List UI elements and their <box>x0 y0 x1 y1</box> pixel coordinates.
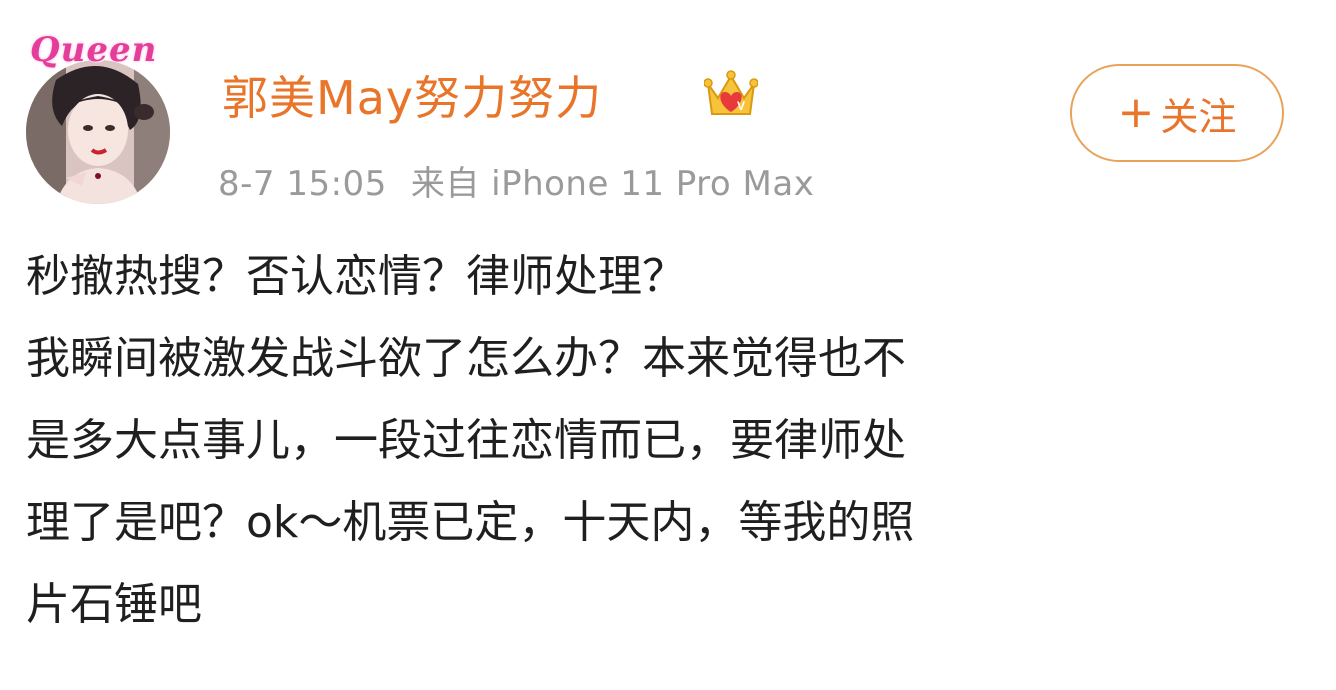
weibo-post: Queen 郭美May努力努力 V 8-7 15:05 来自 iPhone 11… <box>0 0 1336 690</box>
content-line: 是多大点事儿，一段过往恋情而已，要律师处 <box>26 415 906 466</box>
follow-button[interactable]: + 关注 <box>1070 64 1284 162</box>
post-source: 来自 iPhone 11 Pro Max <box>410 164 815 204</box>
post-content: 秒撤热搜？否认恋情？律师处理？ 我瞬间被激发战斗欲了怎么办？本来觉得也不 是多大… <box>26 236 1296 646</box>
svg-text:V: V <box>737 99 745 113</box>
content-line: 我瞬间被激发战斗欲了怎么办？本来觉得也不 <box>26 333 906 384</box>
username[interactable]: 郭美May努力努力 <box>222 62 602 128</box>
crown-heart-icon: V <box>703 68 759 124</box>
avatar-photo <box>26 60 170 204</box>
content-line: 片石锤吧 <box>26 579 202 630</box>
follow-label: 关注 <box>1160 94 1237 139</box>
content-line: 秒撤热搜？否认恋情？律师处理？ <box>26 251 686 302</box>
avatar-frame-label: Queen <box>30 30 158 70</box>
post-meta: 8-7 15:05 来自 iPhone 11 Pro Max <box>218 156 814 205</box>
avatar[interactable]: Queen <box>22 30 180 206</box>
post-timestamp: 8-7 15:05 <box>218 164 387 204</box>
content-line: 理了是吧？ok～机票已定，十天内，等我的照 <box>26 497 915 548</box>
plus-icon: + <box>1117 87 1155 138</box>
